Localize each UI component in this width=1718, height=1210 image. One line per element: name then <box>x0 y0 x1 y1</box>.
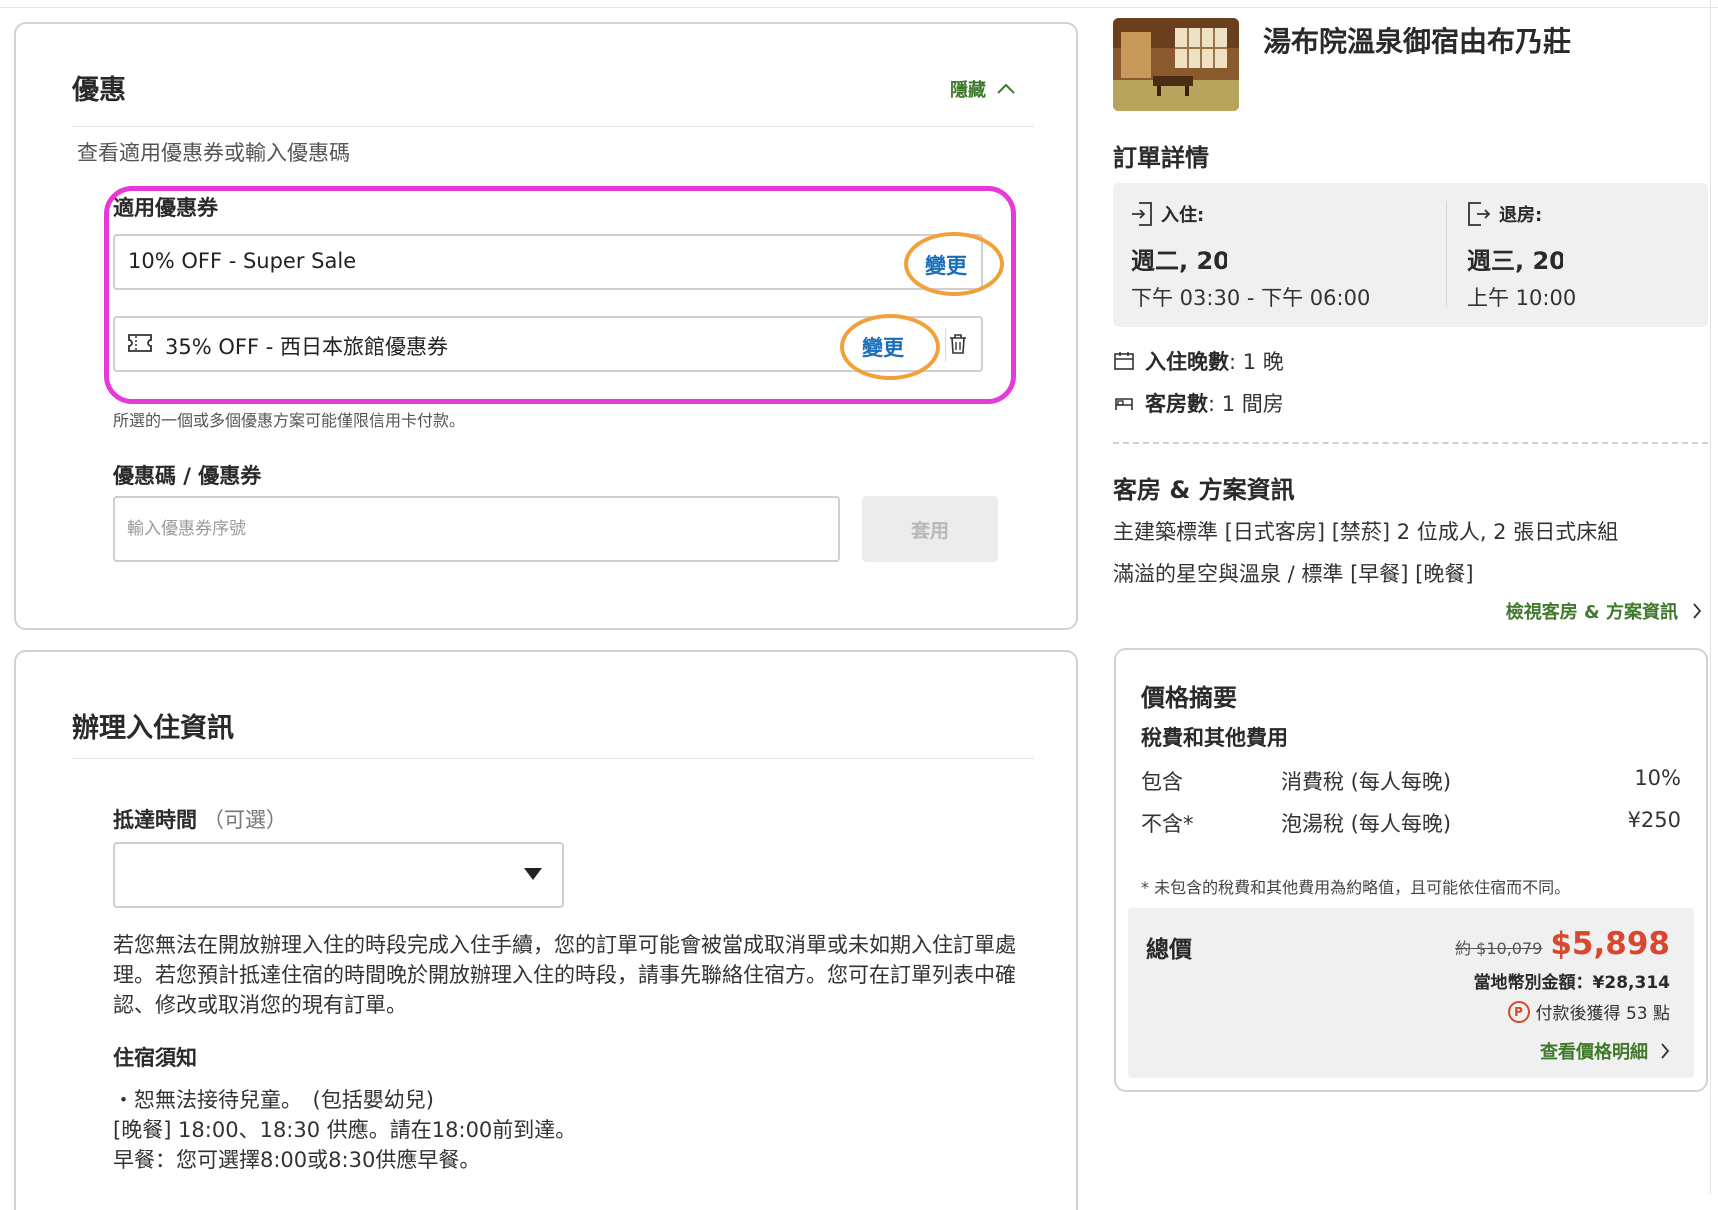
chevron-right-icon <box>1661 1043 1670 1059</box>
view-room-label: 檢視客房 & 方案資訊 <box>1505 602 1678 623</box>
right-edge-line <box>1710 0 1711 1194</box>
coupon-text: 10% OFF - Super Sale <box>128 249 357 273</box>
payment-note: 所選的一個或多個優惠方案可能僅限信用卡付款。 <box>113 411 466 430</box>
notice-title: 住宿須知 <box>113 1046 197 1070</box>
checkout-date: 週三, 20 <box>1467 247 1563 275</box>
taxes-subtitle: 稅費和其他費用 <box>1141 726 1288 750</box>
arrival-time-label: 抵達時間 （可選） <box>113 804 287 834</box>
promo-code-input[interactable] <box>113 496 840 562</box>
plan-line: 滿溢的星空與溫泉 / 標準 [早餐] [晚餐] <box>1113 562 1474 586</box>
caret-down-icon <box>524 868 542 880</box>
top-divider <box>0 7 1718 8</box>
checkout-head-label: 退房: <box>1499 205 1543 226</box>
nights-line: 入住晚數: 1 晚 <box>1113 346 1284 376</box>
checkout-time: 上午 10:00 <box>1467 286 1577 310</box>
bed-icon <box>1115 398 1133 410</box>
checkin-date: 週二, 20 <box>1131 247 1227 275</box>
order-details-title: 訂單詳情 <box>1113 144 1209 172</box>
original-price: 約 $10,079 <box>1455 939 1543 958</box>
total-label: 總價 <box>1146 937 1192 963</box>
price-detail-link[interactable]: 查看價格明細 <box>1455 1038 1670 1064</box>
discount-title: 優惠 <box>72 75 126 106</box>
checkin-card: 辦理入住資訊 抵達時間 （可選） 若您無法在開放辦理入住的時段完成入住手續，您的訂… <box>14 650 1078 1210</box>
discount-divider <box>72 126 1034 127</box>
price-summary-card: 價格摘要 稅費和其他費用 包含 消費稅 (每人每晚) 10% 不含* 泡湯稅 (… <box>1114 648 1708 1092</box>
total-price-block: 約 $10,079 $5,898 當地幣別金額：¥28,314 P 付款後獲得 5… <box>1455 926 1670 1064</box>
checkin-time: 下午 03:30 - 下午 06:00 <box>1131 286 1371 310</box>
calendar-icon <box>1114 352 1134 370</box>
promo-code-label: 優惠碼 / 優惠券 <box>113 464 262 488</box>
room-line: 主建築標準 [日式客房] [禁菸] 2 位成人, 2 張日式床組 <box>1113 520 1619 544</box>
hide-label: 隱藏 <box>950 80 986 101</box>
hide-toggle[interactable]: 隱藏 <box>950 76 1016 102</box>
arrival-time-label-text: 抵達時間 <box>113 808 197 832</box>
checkin-divider <box>72 758 1034 759</box>
fees-note: * 未包含的稅費和其他費用為約略值，且可能依住宿而不同。 <box>1141 878 1571 897</box>
row-divider <box>945 328 946 362</box>
room-plan-title: 客房 & 方案資訊 <box>1113 476 1295 504</box>
hotel-name: 湯布院溫泉御宿由布乃莊 <box>1263 25 1572 58</box>
points-text: 付款後獲得 53 點 <box>1535 1004 1670 1024</box>
rooms-label: 客房數 <box>1145 392 1208 416</box>
notice-line: 早餐：您可選擇8:00或8:30供應早餐。 <box>113 1148 481 1172</box>
change-coupon-button[interactable]: 變更 <box>925 250 967 280</box>
checkin-column: 入住: 週二, 20 下午 03:30 - 下午 06:00 <box>1131 201 1370 312</box>
local-currency-amount: 當地幣別金額：¥28,314 <box>1473 973 1670 993</box>
checkin-paragraph: 若您無法在開放辦理入住的時段完成入住手續，您的訂單可能會被當成取消單或未如期入住… <box>113 933 1016 1017</box>
coupon-row[interactable]: 10% OFF - Super Sale 變更 <box>113 234 983 290</box>
fee-status: 不含* <box>1141 812 1194 836</box>
nights-value: : 1 晚 <box>1229 350 1284 374</box>
nights-label: 入住晚數 <box>1145 350 1229 374</box>
fee-amount: 10% <box>1634 766 1681 790</box>
dates-separator <box>1446 201 1447 307</box>
fee-amount: ¥250 <box>1627 808 1681 832</box>
price-summary-title: 價格摘要 <box>1141 684 1237 712</box>
chevron-up-icon <box>997 83 1015 94</box>
rooms-value: : 1 間房 <box>1208 392 1284 416</box>
change-coupon-button[interactable]: 變更 <box>862 332 904 362</box>
checkin-title: 辦理入住資訊 <box>72 713 234 744</box>
fee-name: 泡湯稅 (每人每晚) <box>1281 812 1452 836</box>
fee-name: 消費稅 (每人每晚) <box>1281 770 1452 794</box>
dates-box: 入住: 週二, 20 下午 03:30 - 下午 06:00 退房: 週三, 2… <box>1113 183 1708 327</box>
discount-card: 優惠 隱藏 查看適用優惠券或輸入優惠碼 適用優惠券 10% OFF - Supe… <box>14 22 1078 630</box>
notice-line: [晚餐] 18:00、18:30 供應。請在18:00前到達。 <box>113 1118 577 1142</box>
apply-button[interactable]: 套用 <box>862 496 998 562</box>
dashed-divider <box>1113 442 1708 444</box>
chevron-right-icon <box>1693 603 1702 619</box>
final-price: $5,898 <box>1550 926 1670 962</box>
notice-line: ・恕無法接待兒童。 (包括嬰幼兒) <box>113 1088 434 1112</box>
total-box: 總價 約 $10,079 $5,898 當地幣別金額：¥28,314 P 付款後獲… <box>1128 908 1694 1078</box>
view-room-link[interactable]: 檢視客房 & 方案資訊 <box>1506 598 1702 624</box>
rooms-line: 客房數: 1 間房 <box>1113 388 1284 418</box>
coupon-row[interactable]: 35% OFF - 西日本旅館優惠券 變更 <box>113 316 983 372</box>
hotel-room-image <box>1113 18 1239 111</box>
checkout-head: 退房: <box>1467 201 1576 227</box>
trash-icon[interactable] <box>949 333 967 355</box>
fee-status: 包含 <box>1141 770 1183 794</box>
arrival-time-select[interactable] <box>113 842 564 908</box>
checkin-head: 入住: <box>1131 201 1370 227</box>
applicable-coupons-label: 適用優惠券 <box>113 196 218 220</box>
checkin-door-icon <box>1132 202 1152 226</box>
arrival-optional-text: （可選） <box>203 808 287 832</box>
points-line: P 付款後獲得 53 點 <box>1455 999 1670 1024</box>
points-icon: P <box>1507 1000 1530 1023</box>
hotel-thumbnail <box>1113 18 1239 111</box>
checkin-head-label: 入住: <box>1161 205 1205 226</box>
checkout-door-icon <box>1468 202 1491 226</box>
discount-subtitle: 查看適用優惠券或輸入優惠碼 <box>77 141 350 165</box>
checkout-column: 退房: 週三, 20 上午 10:00 <box>1467 201 1576 312</box>
ticket-icon <box>128 334 152 352</box>
price-detail-label: 查看價格明細 <box>1540 1042 1648 1063</box>
coupon-text: 35% OFF - 西日本旅館優惠券 <box>165 335 448 359</box>
